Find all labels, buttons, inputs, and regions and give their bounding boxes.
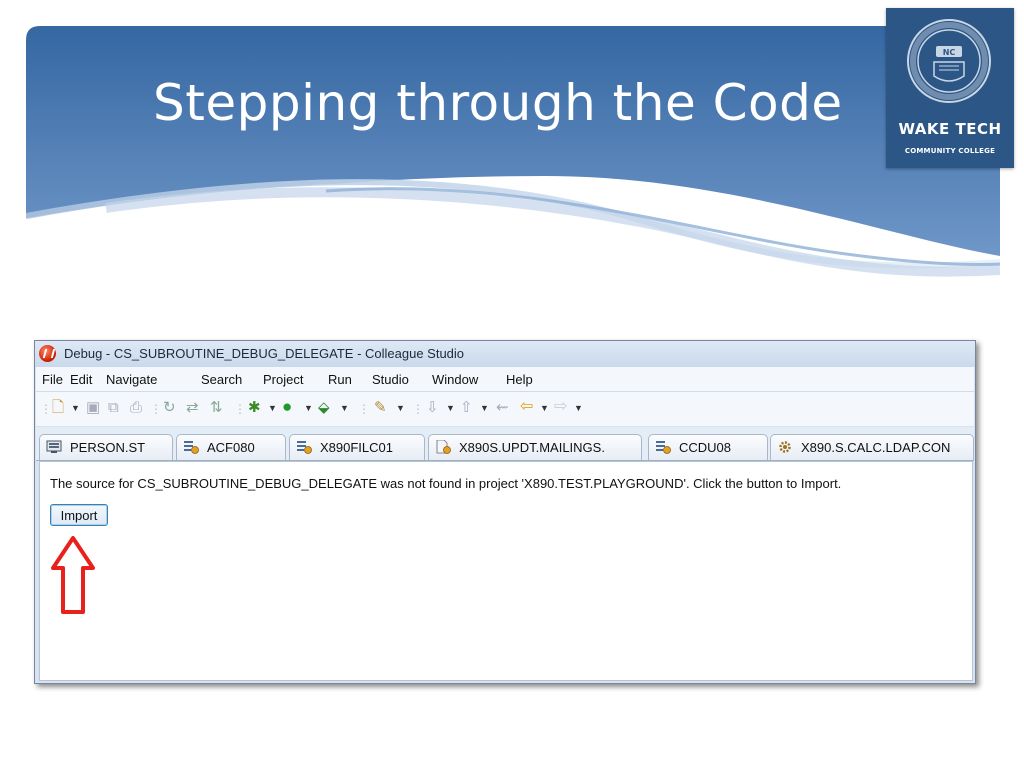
pin-dropdown-icon[interactable]: ▼	[396, 400, 405, 416]
next-annotation-dropdown-icon[interactable]: ▼	[446, 400, 455, 416]
menu-navigate[interactable]: Navigate	[106, 372, 157, 387]
next-annotation-icon[interactable]: ⇩	[426, 400, 439, 416]
main-toolbar: ⋮ 🗋 ▼ ▣ ⧉ ⎙ ⋮ ↻ ⇄ ⇅ ⋮ ✱ ▼ ● ▼ ⬙ ▼ ⋮ ✎ ▼ …	[36, 392, 974, 426]
college-seal-icon: NC	[907, 19, 991, 103]
subroutine-doc-icon	[436, 440, 451, 454]
compare-icon[interactable]: ⇄	[186, 400, 199, 416]
logo-line2: COMMUNITY COLLEGE	[904, 147, 996, 155]
editor-content: The source for CS_SUBROUTINE_DEBUG_DELEG…	[39, 461, 973, 681]
toolbar-separator: ⋮	[358, 402, 370, 416]
print-icon[interactable]: ⎙	[130, 400, 142, 416]
debug-dropdown-icon[interactable]: ▼	[268, 400, 277, 416]
tab-label: ACF080	[207, 440, 255, 455]
tab-label: PERSON.ST	[70, 440, 146, 455]
new-icon[interactable]: 🗋	[52, 400, 64, 416]
wake-tech-logo: NC WAKE TECH COMMUNITY COLLEGE	[886, 8, 1014, 168]
back-icon[interactable]: ⇦	[520, 399, 533, 415]
forward-icon[interactable]: ⇨	[554, 399, 567, 415]
external-tools-icon[interactable]: ⬙	[318, 400, 330, 416]
window-titlebar: Debug - CS_SUBROUTINE_DEBUG_DELEGATE - C…	[35, 341, 975, 367]
forward-dropdown-icon[interactable]: ▼	[574, 400, 583, 416]
title-banner	[26, 26, 1000, 286]
sync-icon[interactable]: ↻	[163, 400, 176, 416]
toolbar-grip: ⋮	[40, 402, 52, 416]
tab-label: CCDU08	[679, 440, 732, 455]
merge-icon[interactable]: ⇅	[210, 400, 223, 416]
gear-icon	[779, 441, 791, 453]
tab-person-st[interactable]: PERSON.ST	[39, 434, 173, 460]
save-icon[interactable]: ▣	[86, 400, 100, 416]
toolbar-separator: ⋮	[412, 402, 424, 416]
prev-annotation-dropdown-icon[interactable]: ▼	[480, 400, 489, 416]
tab-x890-s-calc-ldap-con[interactable]: X890.S.CALC.LDAP.CON	[770, 434, 974, 460]
tab-label: X890FILC01	[320, 440, 393, 455]
seal-center-text: NC	[943, 48, 956, 57]
toolbar-separator: ⋮	[234, 402, 246, 416]
banner-wave-graphic	[26, 26, 1000, 286]
external-tools-dropdown-icon[interactable]: ▼	[340, 400, 349, 416]
tab-label: X890.S.CALC.LDAP.CON	[801, 440, 951, 455]
colleague-studio-icon	[39, 345, 56, 362]
pin-icon[interactable]: ✎	[374, 400, 387, 416]
import-button[interactable]: Import	[50, 504, 108, 526]
toolbar-separator: ⋮	[150, 402, 162, 416]
menu-search[interactable]: Search	[201, 372, 242, 387]
new-dropdown-icon[interactable]: ▼	[71, 400, 80, 416]
colleague-studio-window: Debug - CS_SUBROUTINE_DEBUG_DELEGATE - C…	[34, 340, 976, 684]
last-edit-icon[interactable]: ⇜	[496, 400, 509, 416]
tab-x890s-updt-mailings[interactable]: X890S.UPDT.MAILINGS.	[428, 434, 642, 460]
menu-project[interactable]: Project	[263, 372, 303, 387]
subroutine-icon	[656, 441, 671, 454]
red-up-arrow-icon	[51, 536, 95, 614]
debug-icon[interactable]: ✱	[248, 400, 261, 416]
menu-edit[interactable]: Edit	[70, 372, 92, 387]
subroutine-icon	[297, 441, 312, 454]
screen-icon	[46, 440, 62, 453]
source-not-found-message: The source for CS_SUBROUTINE_DEBUG_DELEG…	[50, 476, 842, 491]
slide-title: Stepping through the Code	[153, 74, 843, 132]
run-dropdown-icon[interactable]: ▼	[304, 400, 313, 416]
tab-label: X890S.UPDT.MAILINGS.	[459, 440, 605, 455]
tab-x890filc01[interactable]: X890FILC01	[289, 434, 425, 460]
window-title: Debug - CS_SUBROUTINE_DEBUG_DELEGATE - C…	[64, 346, 465, 361]
prev-annotation-icon[interactable]: ⇧	[460, 400, 473, 416]
tab-ccdu08[interactable]: CCDU08	[648, 434, 768, 460]
menu-help[interactable]: Help	[506, 372, 533, 387]
save-all-icon[interactable]: ⧉	[108, 400, 119, 416]
logo-line1: WAKE TECH	[898, 120, 1002, 138]
editor-tab-bar: PERSON.ST ACF080 X890FILC01 X890S.UPDT.M…	[36, 427, 974, 461]
run-icon[interactable]: ●	[282, 398, 292, 415]
menu-file[interactable]: File	[42, 372, 63, 387]
back-dropdown-icon[interactable]: ▼	[540, 400, 549, 416]
menu-studio[interactable]: Studio	[372, 372, 409, 387]
menu-window[interactable]: Window	[432, 372, 478, 387]
menu-bar: File Edit Navigate Search Project Run St…	[36, 367, 974, 392]
subroutine-icon	[184, 441, 199, 454]
tab-acf080[interactable]: ACF080	[176, 434, 286, 460]
menu-run[interactable]: Run	[328, 372, 352, 387]
